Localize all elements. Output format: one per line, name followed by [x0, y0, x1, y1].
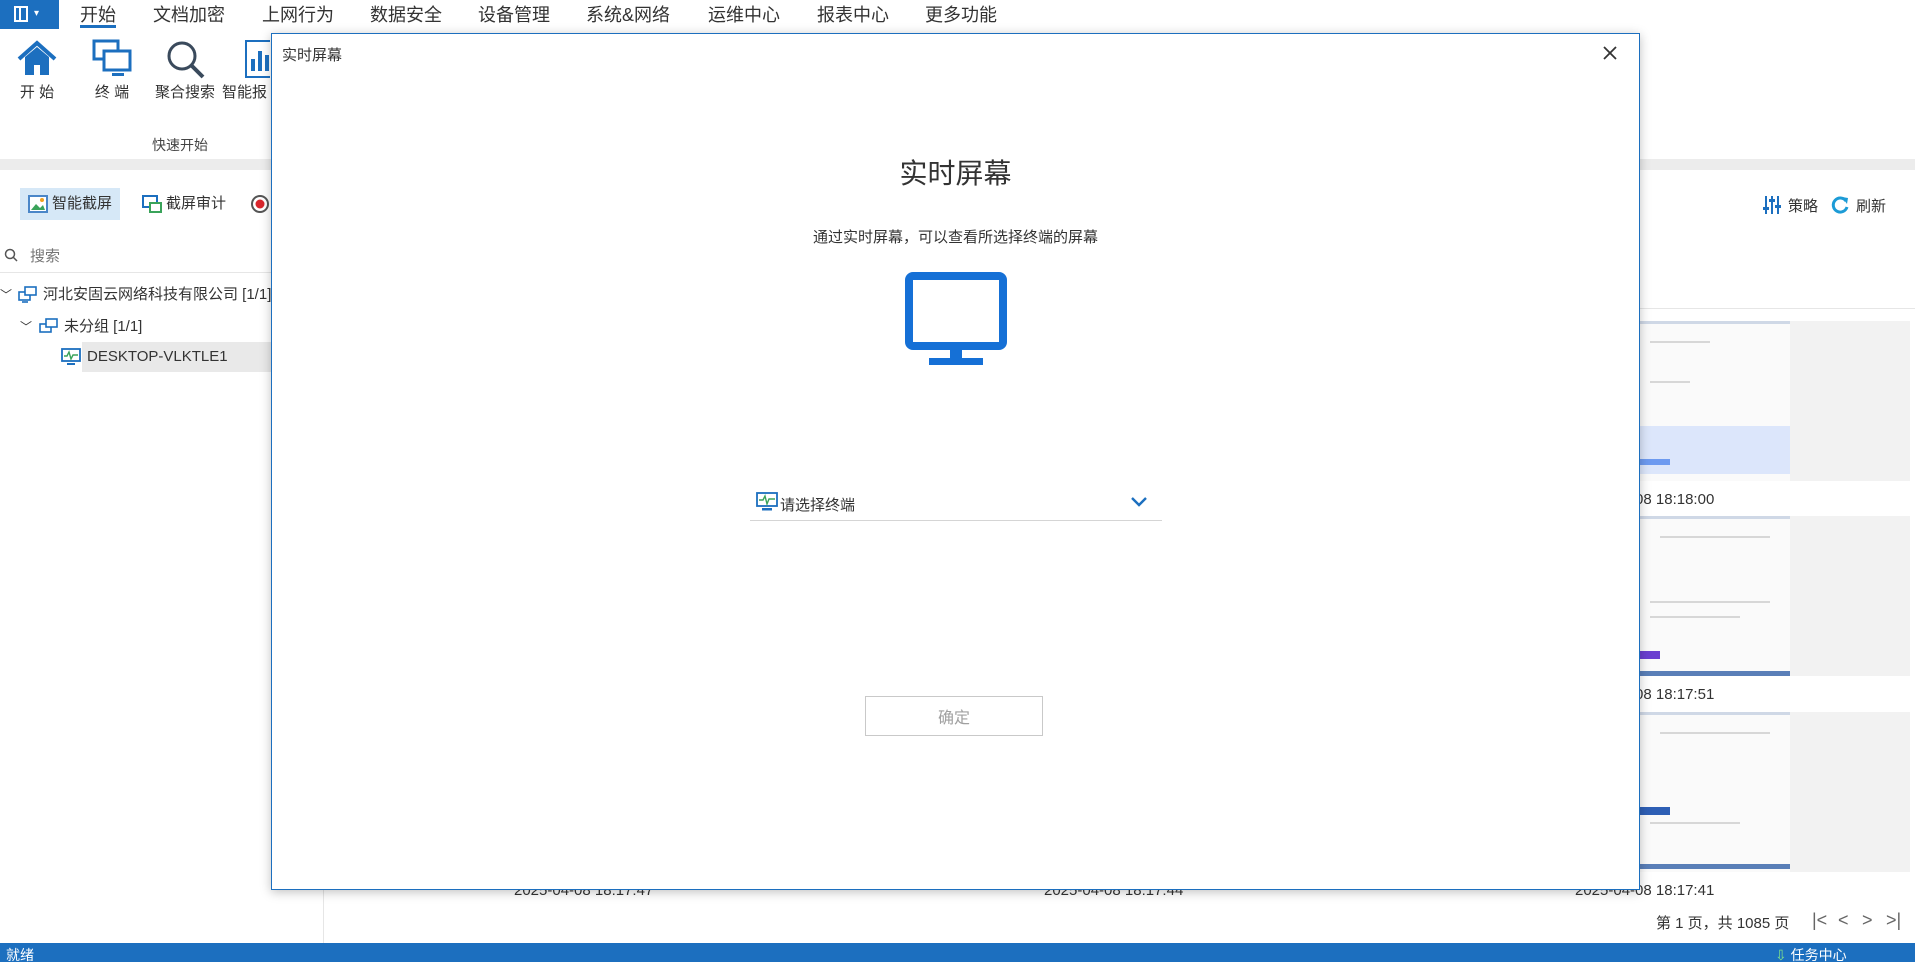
- sliders-icon: [1763, 196, 1781, 214]
- task-center-label: 任务中心: [1790, 947, 1847, 963]
- screenshot-audit-label: 截屏审计: [166, 195, 227, 212]
- refresh-label: 刷新: [1856, 198, 1887, 215]
- menu-ops-center[interactable]: 运维中心: [708, 2, 780, 28]
- screenshot-thumbnail[interactable]: [1640, 516, 1910, 676]
- refresh-icon: [1831, 196, 1849, 214]
- app-menu-button[interactable]: ▾: [0, 0, 59, 29]
- chevron-down-icon[interactable]: ﹀: [0, 280, 12, 310]
- menu-bar: ▾ 开始 文档加密 上网行为 数据安全 设备管理 系统&网络 运维中心 报表中心…: [0, 0, 1915, 29]
- close-icon[interactable]: [1597, 40, 1623, 66]
- network-group-icon: [18, 286, 37, 303]
- image-icon: [28, 195, 48, 213]
- menu-document-encryption[interactable]: 文档加密: [153, 2, 225, 28]
- menu-internet-behavior[interactable]: 上网行为: [262, 2, 334, 28]
- chevron-down-icon[interactable]: ﹀: [20, 312, 32, 342]
- dialog-title: 实时屏幕: [282, 47, 343, 64]
- home-icon: [17, 40, 57, 75]
- refresh-button[interactable]: 刷新: [1830, 195, 1886, 216]
- dialog-heading: 实时屏幕: [899, 158, 1012, 189]
- tree-node-label: 未分组 [1/1]: [64, 318, 143, 335]
- status-bar: 就绪 ⇩ 任务中心: [0, 943, 1915, 965]
- next-page-icon[interactable]: >: [1862, 910, 1873, 931]
- first-page-icon[interactable]: |<: [1812, 910, 1827, 931]
- screenshot-audit-icon: [142, 195, 162, 213]
- record-icon: [251, 195, 269, 213]
- search-icon: [167, 41, 205, 79]
- policy-button[interactable]: 策略: [1762, 195, 1818, 216]
- ribbon-search-button[interactable]: 聚合搜索: [150, 37, 220, 102]
- download-icon: ⇩: [1775, 947, 1787, 963]
- ribbon-start-button[interactable]: 开 始: [2, 37, 72, 102]
- last-page-icon[interactable]: >|: [1886, 910, 1901, 931]
- chevron-down-icon: ▾: [34, 8, 40, 19]
- monitor-icon: [905, 272, 1007, 365]
- terminal-select-placeholder: 请选择终端: [780, 497, 856, 514]
- prev-page-icon[interactable]: <: [1838, 910, 1849, 931]
- screenshot-thumbnail[interactable]: [1640, 321, 1910, 481]
- terminal-select[interactable]: 请选择终端: [750, 486, 1162, 521]
- policy-label: 策略: [1788, 198, 1819, 215]
- menu-system-network[interactable]: 系统&网络: [586, 2, 670, 28]
- status-text: 就绪: [6, 947, 34, 963]
- dialog-description: 通过实时屏幕，可以查看所选择终端的屏幕: [812, 229, 1098, 246]
- smart-screenshot-tab[interactable]: 智能截屏: [20, 188, 121, 220]
- ribbon-group-label: 快速开始: [152, 137, 208, 153]
- ribbon-label: 智能报: [222, 84, 268, 101]
- chevron-down-icon[interactable]: [1130, 496, 1148, 508]
- menu-device-management[interactable]: 设备管理: [478, 2, 550, 28]
- screenshot-image: [1640, 321, 1790, 481]
- ribbon-label: 终 端: [94, 84, 130, 101]
- record-tab[interactable]: [248, 188, 272, 220]
- terminal-icon: [92, 39, 132, 76]
- tree-search-input[interactable]: [28, 244, 312, 268]
- live-screen-dialog: 实时屏幕 实时屏幕 通过实时屏幕，可以查看所选择终端的屏幕 请选择终端 确定: [271, 33, 1640, 890]
- search-icon: [4, 248, 18, 262]
- ribbon-label: 聚合搜索: [154, 84, 215, 101]
- pager-text: 第 1 页，共 1085 页: [1656, 915, 1790, 932]
- menu-report-center[interactable]: 报表中心: [817, 2, 889, 28]
- report-icon: [245, 40, 270, 78]
- ribbon-report-button[interactable]: 智能报: [222, 37, 270, 102]
- tree-node-label: 河北安固云网络科技有限公司 [1/1]: [43, 286, 272, 303]
- smart-screenshot-label: 智能截屏: [52, 195, 113, 212]
- menu-data-security[interactable]: 数据安全: [370, 2, 442, 28]
- group-icon: [39, 318, 58, 333]
- computer-icon: [61, 348, 81, 365]
- screenshot-image: [1640, 516, 1790, 676]
- screenshot-thumbnail[interactable]: [1640, 712, 1910, 872]
- ribbon-terminal-button[interactable]: 终 端: [77, 37, 147, 102]
- document-icon: [14, 6, 28, 22]
- screenshot-image: [1640, 712, 1790, 872]
- menu-more-features[interactable]: 更多功能: [925, 2, 997, 28]
- menu-start[interactable]: 开始: [80, 2, 116, 28]
- task-center-button[interactable]: ⇩ 任务中心: [1775, 945, 1847, 965]
- ribbon-label: 开 始: [19, 84, 55, 101]
- confirm-button[interactable]: 确定: [865, 696, 1043, 736]
- screenshot-audit-tab[interactable]: 截屏审计: [134, 188, 234, 220]
- computer-icon: [756, 492, 778, 511]
